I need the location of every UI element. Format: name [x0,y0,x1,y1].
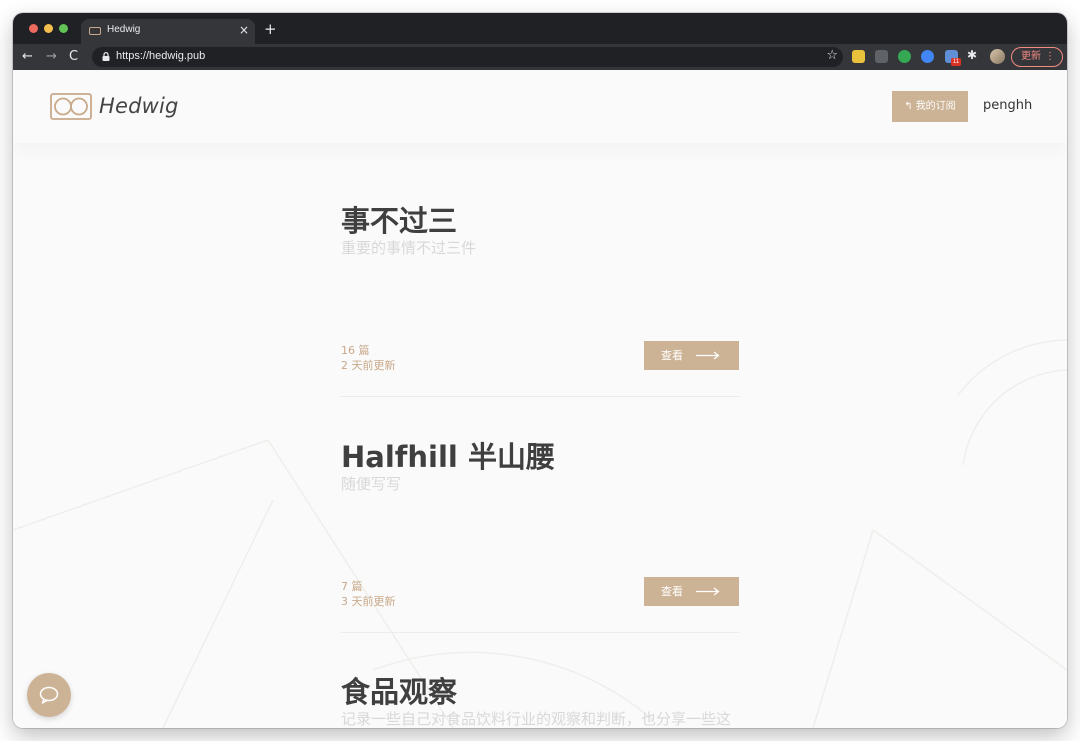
view-button[interactable]: 查看 [644,577,739,606]
back-button[interactable]: ← [22,49,33,64]
hedwig-favicon-icon [89,27,101,35]
reload-button[interactable]: C [69,49,78,64]
browser-tab[interactable]: Hedwig × [81,19,255,44]
address-bar[interactable]: https://hedwig.pub ☆ [92,47,843,67]
chat-button[interactable] [27,673,71,717]
last-updated: 3 天前更新 [341,595,396,608]
update-label: 更新 [1021,51,1041,62]
lock-icon [102,52,110,61]
publication-description: 随便写写 [341,475,402,493]
view-button[interactable]: 查看 [644,341,739,370]
card-divider [341,632,739,633]
subscriptions-label: 我的订阅 [915,101,956,112]
bookmark-star-icon[interactable]: ☆ [826,48,838,63]
hedwig-logo-icon[interactable] [50,93,92,120]
chat-bubble-icon [39,686,59,704]
publication-title[interactable]: Halfhill 半山腰 [341,434,555,476]
extension-green-circle-icon[interactable] [898,50,911,63]
extension-blue-circle-icon[interactable] [921,50,934,63]
logo-text[interactable]: Hedwig [99,94,179,118]
profile-avatar[interactable] [990,49,1005,64]
page-content: Hedwig ↰ 我的订阅 penghh 事不过三 重要的事情不过三件 16 篇 … [13,70,1067,728]
extensions-puzzle-icon[interactable]: ✱ [967,48,980,62]
site-header: Hedwig ↰ 我的订阅 penghh [13,70,1067,143]
browser-window: Hedwig × + ← → C https://hedwig.pub ☆ 11… [13,13,1067,728]
url-text[interactable]: https://hedwig.pub [116,50,205,62]
menu-dots-icon[interactable]: ⋮ [1045,48,1055,66]
view-label: 查看 [661,585,683,598]
publication-description: 重要的事情不过三件 [341,239,477,257]
tab-close-icon[interactable]: × [239,23,249,37]
tab-title: Hedwig [107,24,141,35]
extension-badge: 11 [951,58,961,66]
long-arrow-right-icon [696,587,720,596]
last-updated: 2 天前更新 [341,359,396,372]
my-subscriptions-button[interactable]: ↰ 我的订阅 [892,91,968,122]
background-decoration [13,339,1067,728]
maximize-window-button[interactable] [59,24,68,33]
minimize-window-button[interactable] [44,24,53,33]
publication-title[interactable]: 事不过三 [341,198,457,240]
extension-glasses-icon[interactable] [875,50,888,63]
update-button[interactable]: 更新 ⋮ [1011,47,1063,67]
extension-download-icon[interactable] [852,50,865,63]
post-count: 7 篇 [341,580,363,593]
forward-button[interactable]: → [46,49,57,64]
card-divider [341,396,739,397]
long-arrow-right-icon [696,351,720,360]
publication-title[interactable]: 食品观察 [341,669,457,711]
view-label: 查看 [661,349,683,362]
browser-toolbar: ← → C https://hedwig.pub ☆ 11 ✱ 更新 ⋮ [13,44,1067,70]
close-window-button[interactable] [29,24,38,33]
post-count: 16 篇 [341,344,370,357]
tab-strip: Hedwig × + [13,13,1067,44]
publication-description: 记录一些自己对食品饮料行业的观察和判断，也分享一些这个领域优质的内容 [341,710,732,728]
username[interactable]: penghh [983,98,1032,113]
return-arrow-icon: ↰ [904,101,913,112]
new-tab-button[interactable]: + [264,20,277,38]
